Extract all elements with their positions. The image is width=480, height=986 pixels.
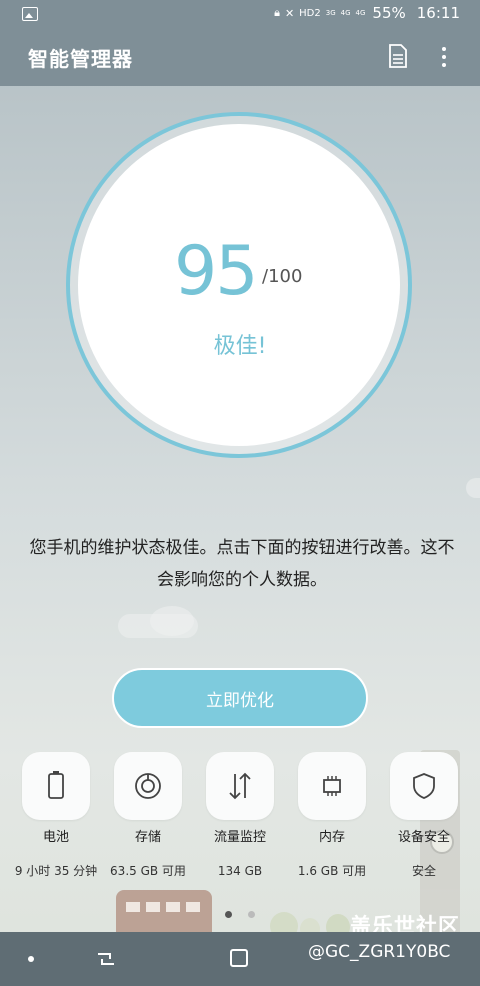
feature-storage[interactable]: 存储 63.5 GB 可用 bbox=[102, 752, 194, 880]
storage-icon bbox=[135, 773, 161, 799]
score-value: 95 bbox=[174, 232, 259, 311]
feature-value: 134 GB bbox=[217, 864, 263, 878]
watermark-handle: @GC_ZGR1Y0BC bbox=[308, 942, 451, 962]
security-icon bbox=[413, 773, 435, 799]
page-dot bbox=[247, 911, 255, 918]
battery-icon bbox=[48, 771, 64, 799]
feature-security[interactable]: 设备安全 安全 bbox=[378, 752, 470, 880]
feature-data-usage[interactable]: 流量监控 134 GB bbox=[194, 752, 286, 880]
battery-percent: 55% bbox=[372, 4, 406, 22]
data-usage-icon bbox=[229, 772, 251, 800]
network-3g-label: 3G bbox=[325, 9, 336, 17]
clock: 16:11 bbox=[416, 4, 460, 22]
feature-memory[interactable]: 内存 1.6 GB 可用 bbox=[286, 752, 378, 880]
network-hd-label: HD2 bbox=[299, 7, 321, 19]
status-description: 您手机的维护状态极佳。点击下面的按钮进行改善。这不会影响您的个人数据。 bbox=[29, 538, 455, 590]
nav-dot-icon[interactable] bbox=[28, 956, 34, 962]
mute-icon: ✕ bbox=[284, 6, 295, 20]
feature-label: 内存 bbox=[318, 830, 345, 845]
feature-label: 电池 bbox=[42, 830, 69, 845]
lock-icon: 🔒︎ bbox=[274, 6, 280, 19]
home-button[interactable] bbox=[230, 949, 248, 967]
feature-value: 63.5 GB 可用 bbox=[110, 864, 186, 878]
feature-label: 存储 bbox=[134, 830, 161, 845]
page-dot-active bbox=[225, 911, 233, 918]
feature-value: 9 小时 35 分钟 bbox=[14, 864, 98, 878]
feature-label: 设备安全 bbox=[397, 830, 450, 845]
app-title: 智能管理器 bbox=[28, 47, 133, 71]
cloud-decoration bbox=[150, 606, 194, 636]
network-4g-label: 4G bbox=[340, 9, 351, 17]
cloud-decoration bbox=[466, 478, 480, 498]
memory-icon bbox=[323, 776, 341, 796]
feature-value: 1.6 GB 可用 bbox=[297, 864, 367, 878]
feature-label: 流量监控 bbox=[213, 830, 266, 845]
score-max: /100 bbox=[262, 266, 303, 287]
status-bar: 🔒︎ ✕ HD2 3G 4G 4G 55% 16:11 bbox=[0, 0, 480, 30]
feature-value: 安全 bbox=[411, 864, 436, 878]
score-rating: 极佳! bbox=[213, 334, 267, 359]
document-icon[interactable] bbox=[388, 44, 408, 68]
app-bar: 智能管理器 bbox=[0, 30, 480, 86]
network-4g-label-2: 4G bbox=[355, 9, 366, 17]
image-notification-icon bbox=[22, 7, 38, 21]
feature-battery[interactable]: 电池 9 小时 35 分钟 bbox=[10, 752, 102, 880]
optimize-button[interactable]: 立即优化 bbox=[112, 668, 368, 728]
more-vert-icon[interactable] bbox=[434, 43, 454, 71]
recent-apps-icon[interactable] bbox=[96, 950, 116, 968]
screen: 🔒︎ ✕ HD2 3G 4G 4G 55% 16:11 智能管理器 95 /10… bbox=[0, 0, 480, 986]
